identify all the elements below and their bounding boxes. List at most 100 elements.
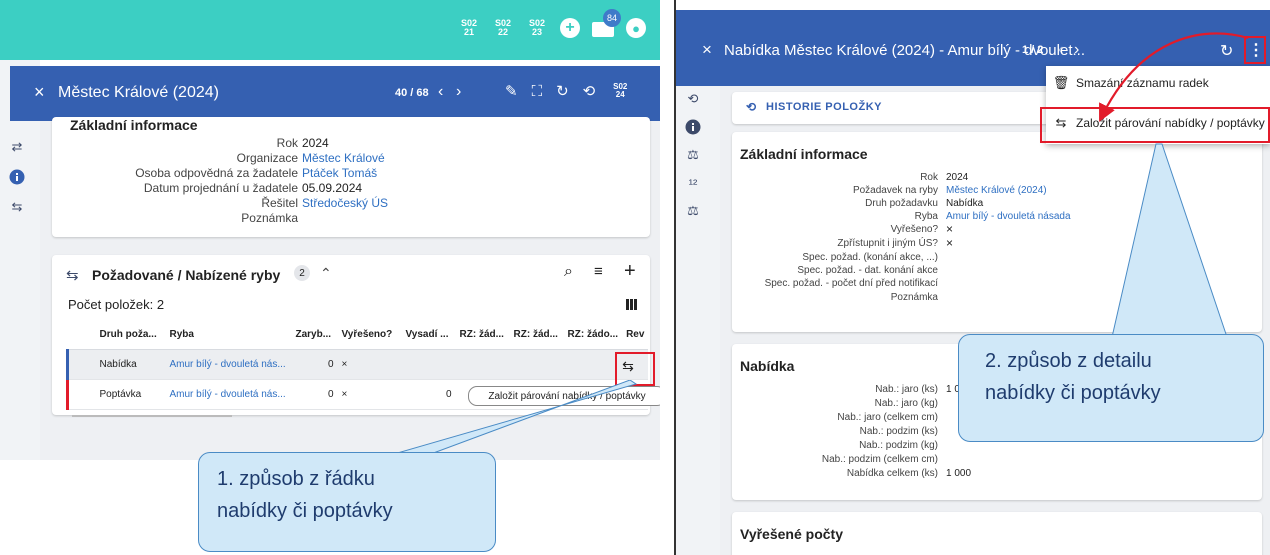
prev-record-icon[interactable]: ‹ <box>438 83 443 101</box>
field-label: Organizace <box>236 151 298 165</box>
fullscreen-icon[interactable]: ⛶ <box>532 83 543 100</box>
horizontal-scrollbar[interactable] <box>72 415 232 417</box>
field-label: Rok <box>276 136 298 150</box>
field-label: Spec. požad. - počet dní před notifikací <box>764 278 938 289</box>
field-label: Poznámka <box>890 292 938 303</box>
structure-icon[interactable]: ⇄ <box>8 138 26 156</box>
field-value: 2024 <box>302 136 329 150</box>
table-header-row: Druh poža... Ryba Zaryb... Vyřešeno? Vys… <box>67 321 649 350</box>
collapse-icon[interactable]: ⌃ <box>320 265 332 282</box>
top-app-bar: S02 21 S02 22 S02 23 + 84 ● <box>0 0 660 60</box>
column-header[interactable]: Vysadí ... <box>401 321 456 350</box>
fish-count-badge: 2 <box>294 265 310 281</box>
column-header[interactable]: Zaryb... <box>291 321 338 350</box>
s02-24-shortcut[interactable]: S02 24 <box>609 83 631 99</box>
fish-link[interactable]: Amur bílý - dvouletá násada <box>946 211 1071 224</box>
history-icon[interactable]: ⟲ <box>684 90 702 108</box>
field-label: Nab.: podzim (kg) <box>859 440 938 451</box>
row-zaryb: 0 <box>291 379 338 410</box>
callout-2-line-2: nabídky či poptávky <box>985 382 1161 404</box>
columns-icon[interactable] <box>626 299 638 310</box>
history-icon[interactable]: ⟲ <box>583 82 596 100</box>
numbers-icon[interactable]: ¹² <box>684 174 702 192</box>
record-counter: 40 / 68 <box>395 87 429 99</box>
field-value: 1 000 <box>946 468 972 479</box>
column-header[interactable]: Ryba <box>165 321 292 350</box>
close-icon[interactable]: × <box>34 82 45 103</box>
person-link[interactable]: Ptáček Tomáš <box>302 166 377 181</box>
field-label: Datum projednání u žadatele <box>143 181 298 195</box>
field-label: Nab.: jaro (celkem cm) <box>837 412 938 423</box>
next-record-icon[interactable]: › <box>456 83 461 101</box>
s02-23-shortcut[interactable]: S02 23 <box>526 19 548 37</box>
info-icon[interactable] <box>8 168 26 186</box>
record-counter: 1 / 2 <box>1022 44 1044 56</box>
row-type: Nabídka <box>95 349 166 380</box>
table-row[interactable]: Nabídka Amur bílý - dvouletá nás... 0 × … <box>66 349 649 380</box>
s02-21-shortcut[interactable]: S02 21 <box>458 19 480 37</box>
field-label: Druh požadavku <box>865 198 938 209</box>
fish-pairing-side-icon[interactable]: ⇆ <box>8 198 26 216</box>
field-label: Zpřístupnit i jiným ÚS? <box>837 238 938 249</box>
solved-card: Vyřešené počty <box>732 512 1262 555</box>
field-label: Ryba <box>914 211 938 222</box>
history-label: HISTORIE POLOŽKY <box>766 101 882 113</box>
column-header[interactable]: Rev <box>622 321 649 350</box>
s02-22-shortcut[interactable]: S02 22 <box>492 19 514 37</box>
column-header[interactable]: RZ: žád... <box>455 321 510 350</box>
field-label: Nab.: podzim (ks) <box>859 426 938 437</box>
search-icon[interactable]: ⌕ <box>564 263 573 281</box>
solved-icon[interactable]: ⚖ <box>684 202 702 220</box>
column-header[interactable]: Vyřešeno? <box>337 321 402 350</box>
refresh-icon[interactable]: ↻ <box>556 82 569 100</box>
field-label: Nab.: jaro (ks) <box>875 384 938 395</box>
next-record-icon[interactable]: › <box>1074 41 1079 59</box>
account-icon[interactable]: ● <box>626 18 646 38</box>
scale-icon[interactable]: ⚖ <box>684 146 702 164</box>
basic-info-title: Základní informace <box>70 117 198 133</box>
row-vysadi <box>401 349 456 380</box>
callout-1: 1. způsob z řádku nabídky či poptávky <box>198 452 496 552</box>
info-icon[interactable] <box>684 118 702 136</box>
column-header[interactable]: RZ: žád... <box>509 321 564 350</box>
add-row-icon[interactable]: + <box>624 260 636 283</box>
basic-info-card: Základní informace Rok 2024 Organizace M… <box>52 117 650 237</box>
add-icon[interactable]: + <box>560 18 580 38</box>
request-link[interactable]: Městec Králové (2024) <box>946 185 1047 198</box>
field-label: Spec. požad. (konání akce, ...) <box>802 252 938 263</box>
field-value: × <box>946 222 954 236</box>
callout-2-pointer <box>1109 143 1231 347</box>
column-header[interactable]: RZ: žádo... <box>563 321 623 350</box>
red-arrow <box>1099 32 1249 122</box>
field-label: Nab.: podzim (celkem cm) <box>821 454 938 465</box>
organization-link[interactable]: Městec Králové <box>302 151 385 166</box>
edit-icon[interactable]: ✎ <box>505 82 518 100</box>
column-header[interactable]: Druh poža... <box>95 321 166 350</box>
basic-info-title: Základní informace <box>740 146 868 162</box>
basic-info-fields: Rok 2024 Organizace Městec Králové Osoba… <box>52 136 650 236</box>
callout-2-line-1: 2. způsob z detailu <box>985 350 1152 372</box>
history-icon: ⟲ <box>746 100 757 114</box>
field-label: Spec. požad. - dat. konání akce <box>797 265 938 276</box>
field-label: Poznámka <box>241 211 298 225</box>
field-value: Nabídka <box>946 198 984 209</box>
callout-1-line-2: nabídky či poptávky <box>217 500 393 522</box>
field-label: Nab.: jaro (kg) <box>874 398 938 409</box>
row-fish-link[interactable]: Amur bílý - dvouletá nás... <box>165 379 292 410</box>
list-icon[interactable]: ≡ <box>594 263 603 280</box>
item-count: Počet položek: 2 <box>68 297 165 312</box>
solved-title: Vyřešené počty <box>740 526 843 542</box>
field-value: 2024 <box>946 172 969 183</box>
callout-1-pointer <box>379 380 638 459</box>
close-icon[interactable]: × <box>702 40 712 60</box>
field-label: Nabídka celkem (ks) <box>846 468 938 479</box>
field-value: 05.09.2024 <box>302 181 363 195</box>
row-zaryb: 0 <box>291 349 338 380</box>
mail-icon[interactable]: 84 <box>592 9 621 38</box>
prev-record-icon[interactable]: ‹ <box>1058 41 1063 59</box>
row-fish-link[interactable]: Amur bílý - dvouletá nás... <box>165 349 292 380</box>
solver-link[interactable]: Středočeský ÚS <box>302 196 388 211</box>
row-type: Poptávka <box>95 379 166 410</box>
callout-2: 2. způsob z detailu nabídky či poptávky <box>958 334 1264 442</box>
detail-title: Městec Králové (2024) <box>58 84 219 101</box>
